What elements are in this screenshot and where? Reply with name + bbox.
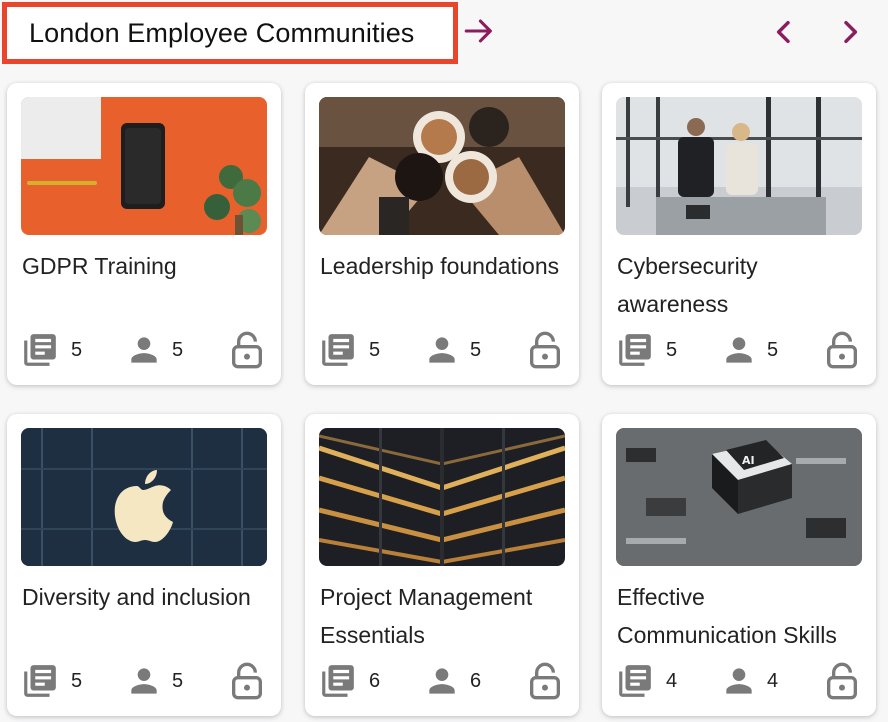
card-stats: 5 5 bbox=[21, 327, 267, 369]
card-stats: 6 6 bbox=[319, 658, 565, 700]
community-card[interactable]: AI Effective Communication Skills 4 4 bbox=[602, 414, 876, 716]
card-stats: 5 5 bbox=[616, 327, 862, 369]
lock-open-icon[interactable] bbox=[227, 329, 267, 371]
card-title[interactable]: GDPR Training bbox=[22, 247, 272, 285]
members-count: 5 bbox=[470, 339, 482, 361]
card-title[interactable]: Project Management Essentials bbox=[320, 578, 570, 654]
courses-count: 5 bbox=[71, 339, 83, 361]
members-count: 5 bbox=[767, 339, 779, 361]
lock-open-icon[interactable] bbox=[822, 329, 862, 371]
person-icon bbox=[131, 668, 157, 694]
card-title[interactable]: Leadership foundations bbox=[320, 247, 570, 285]
card-image bbox=[319, 428, 565, 566]
library-books-icon bbox=[24, 665, 56, 697]
person-icon bbox=[726, 337, 752, 363]
card-image: AI bbox=[616, 428, 862, 566]
library-books-icon bbox=[322, 334, 354, 366]
card-image bbox=[21, 97, 267, 235]
community-card[interactable]: Cybersecurity awareness 5 5 bbox=[602, 83, 876, 385]
library-books-icon bbox=[24, 334, 56, 366]
card-stats: 5 5 bbox=[319, 327, 565, 369]
person-icon bbox=[429, 337, 455, 363]
section-header: London Employee Communities bbox=[0, 0, 888, 66]
courses-count: 4 bbox=[666, 670, 678, 692]
community-card[interactable]: Project Management Essentials 6 6 bbox=[305, 414, 579, 716]
card-stats: 4 4 bbox=[616, 658, 862, 700]
section-title[interactable]: London Employee Communities bbox=[29, 18, 414, 49]
courses-count: 5 bbox=[369, 339, 381, 361]
card-image bbox=[616, 97, 862, 235]
svg-text:AI: AI bbox=[742, 454, 755, 467]
library-books-icon bbox=[619, 665, 651, 697]
lock-open-icon[interactable] bbox=[822, 660, 862, 702]
members-count: 4 bbox=[767, 670, 779, 692]
community-card[interactable]: GDPR Training 5 5 bbox=[7, 83, 281, 385]
card-title[interactable]: Cybersecurity awareness bbox=[617, 247, 867, 323]
card-image bbox=[319, 97, 565, 235]
person-icon bbox=[429, 668, 455, 694]
card-image bbox=[21, 428, 267, 566]
community-card[interactable]: Leadership foundations 5 5 bbox=[305, 83, 579, 385]
card-title[interactable]: Effective Communication Skills bbox=[617, 578, 867, 654]
members-count: 5 bbox=[172, 339, 184, 361]
person-icon bbox=[131, 337, 157, 363]
community-card[interactable]: Diversity and inclusion 5 5 bbox=[7, 414, 281, 716]
courses-count: 5 bbox=[666, 339, 678, 361]
section-title-highlight[interactable]: London Employee Communities bbox=[2, 2, 458, 64]
card-title[interactable]: Diversity and inclusion bbox=[22, 578, 272, 616]
chevron-left-icon[interactable] bbox=[768, 16, 800, 48]
arrow-right-icon[interactable] bbox=[462, 14, 496, 48]
courses-count: 5 bbox=[71, 670, 83, 692]
members-count: 5 bbox=[172, 670, 184, 692]
lock-open-icon[interactable] bbox=[525, 329, 565, 371]
person-icon bbox=[726, 668, 752, 694]
members-count: 6 bbox=[470, 670, 482, 692]
library-books-icon bbox=[619, 334, 651, 366]
library-books-icon bbox=[322, 665, 354, 697]
card-stats: 5 5 bbox=[21, 658, 267, 700]
lock-open-icon[interactable] bbox=[525, 660, 565, 702]
lock-open-icon[interactable] bbox=[227, 660, 267, 702]
chevron-right-icon[interactable] bbox=[834, 16, 866, 48]
courses-count: 6 bbox=[369, 670, 381, 692]
